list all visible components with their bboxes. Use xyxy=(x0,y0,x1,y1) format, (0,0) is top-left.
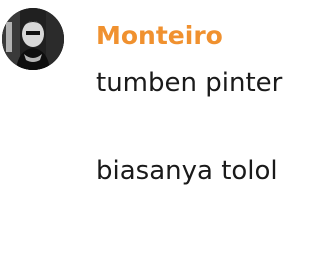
message-text: tumben pinter biasanya tolol xyxy=(96,61,316,193)
avatar-photo-icon xyxy=(2,8,64,70)
message-content: Monteiro tumben pinter biasanya tolol xyxy=(96,20,316,193)
avatar[interactable] xyxy=(2,8,64,70)
message-line: tumben pinter xyxy=(96,68,283,98)
chat-message: Monteiro tumben pinter biasanya tolol xyxy=(0,0,320,261)
message-line: biasanya tolol xyxy=(96,156,278,186)
sender-name[interactable]: Monteiro xyxy=(96,20,316,52)
message-line xyxy=(96,105,316,149)
